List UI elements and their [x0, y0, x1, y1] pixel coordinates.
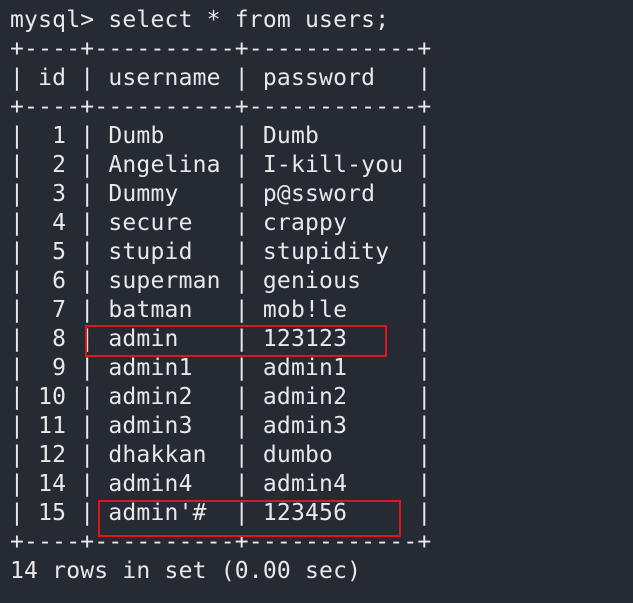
- table-border-top: +----+----------+------------+: [10, 36, 432, 62]
- table-header-row: | id | username | password |: [10, 65, 432, 91]
- table-row: | 14 | admin4 | admin4 |: [10, 471, 432, 497]
- table-row: | 9 | admin1 | admin1 |: [10, 355, 432, 381]
- table-row: | 5 | stupid | stupidity |: [10, 239, 432, 265]
- table-row: | 7 | batman | mob!le |: [10, 297, 432, 323]
- table-row: | 11 | admin3 | admin3 |: [10, 413, 432, 439]
- table-row: | 1 | Dumb | Dumb |: [10, 123, 432, 149]
- highlight-box-row-admin-hash: [98, 500, 401, 537]
- command-line: mysql> select * from users;: [10, 7, 390, 33]
- highlight-box-row-admin: [85, 325, 387, 357]
- table-row: | 4 | secure | crappy |: [10, 210, 432, 236]
- table-row: | 12 | dhakkan | dumbo |: [10, 442, 432, 468]
- terminal-window[interactable]: mysql> select * from users; +----+------…: [0, 0, 633, 603]
- table-row: | 2 | Angelina | I-kill-you |: [10, 152, 432, 178]
- table-border-header: +----+----------+------------+: [10, 94, 432, 120]
- table-row: | 6 | superman | genious |: [10, 268, 432, 294]
- table-row: | 10 | admin2 | admin2 |: [10, 384, 432, 410]
- query-summary: 14 rows in set (0.00 sec): [10, 558, 362, 584]
- table-row: | 3 | Dummy | p@ssword |: [10, 181, 432, 207]
